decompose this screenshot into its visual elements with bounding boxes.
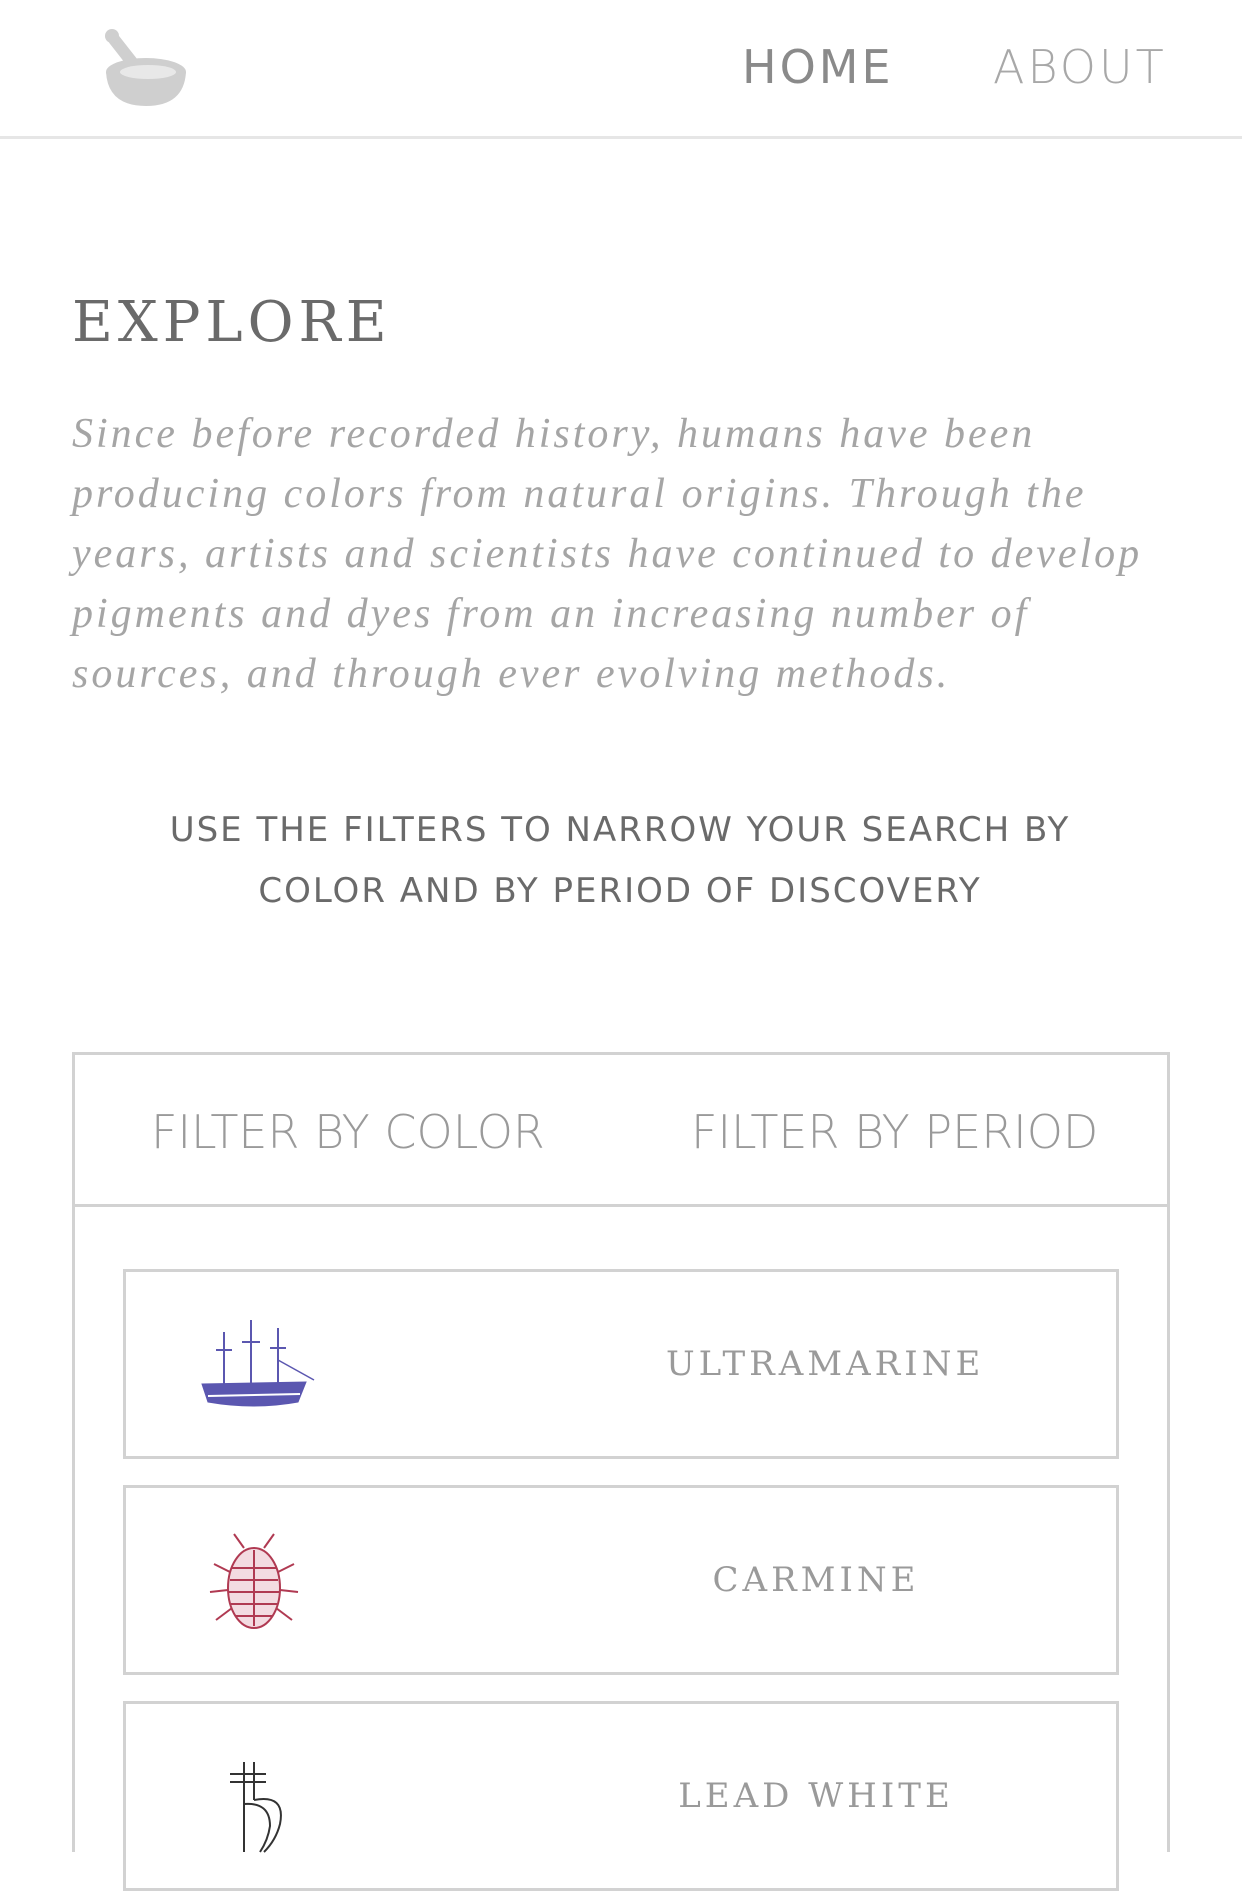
pigment-item-lead-white[interactable]: LEAD WHITE [123,1701,1119,1891]
intro-line: Since before recorded history, humans ha… [72,411,1036,457]
nav-about-link[interactable]: ABOUT [993,40,1167,94]
nav-home-link[interactable]: HOME [742,40,894,94]
intro-line: sources, and through ever evolving metho… [72,651,951,697]
pigment-label: ULTRAMARINE [666,1344,985,1384]
intro-line: pigments and dyes from an increasing num… [72,591,1030,637]
sailing-ship-icon [201,1320,315,1407]
filter-instructions: USE THE FILTERS TO NARROW YOUR SEARCH BY… [72,800,1168,922]
pigment-label: CARMINE [712,1560,920,1600]
filter-panel: FILTER BY COLOR FILTER BY PERIOD ULTRAMA… [72,1052,1170,1891]
filter-tabs: FILTER BY COLOR FILTER BY PERIOD [75,1055,1167,1207]
pigment-item-ultramarine[interactable]: ULTRAMARINE [123,1269,1119,1459]
pigment-item-carmine[interactable]: CARMINE [123,1485,1119,1675]
page-title: EXPLORE [72,290,392,355]
cochineal-insect-icon [209,1533,299,1629]
intro-paragraph: Since before recorded history, humans ha… [72,404,1172,704]
instructions-line: USE THE FILTERS TO NARROW YOUR SEARCH BY [169,810,1071,850]
instructions-line: COLOR AND BY PERIOD OF DISCOVERY [258,871,982,911]
mortar-and-pestle-icon[interactable] [100,26,188,108]
site-header: HOME ABOUT [0,0,1242,139]
intro-line: producing colors from natural origins. T… [72,471,1087,517]
saturn-symbol-icon [230,1762,282,1853]
pigment-label: LEAD WHITE [678,1776,954,1816]
tab-filter-by-color[interactable]: FILTER BY COLOR [151,1105,545,1159]
intro-line: years, artists and scientists have conti… [72,531,1143,577]
tab-filter-by-period[interactable]: FILTER BY PERIOD [691,1105,1098,1159]
